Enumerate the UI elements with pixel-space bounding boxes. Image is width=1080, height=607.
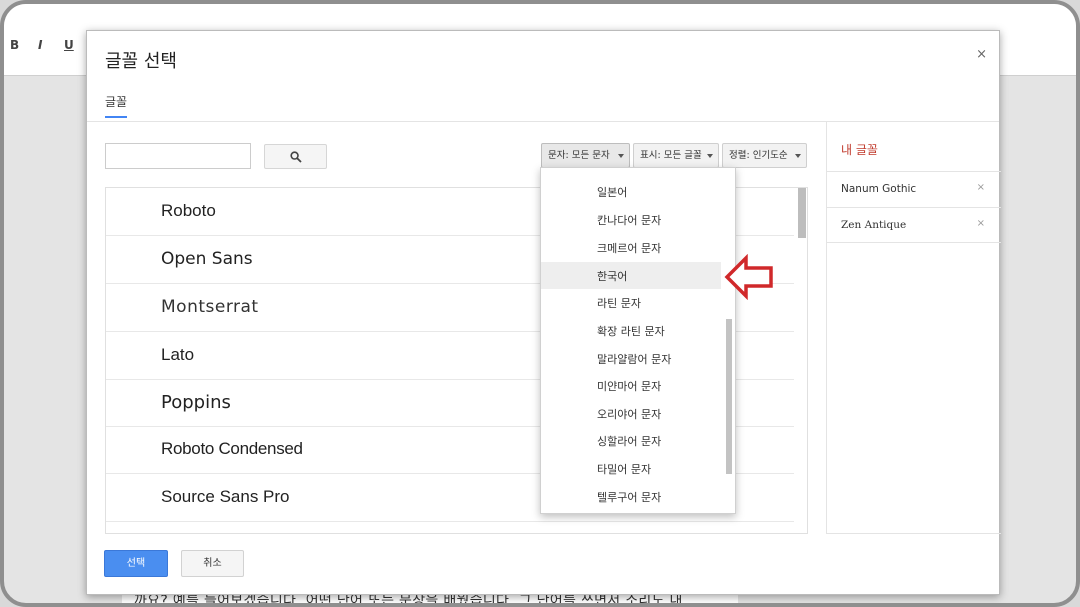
- dropdown-item-label: 말라얄람어 문자: [597, 353, 672, 366]
- show-filter-label: 표시: 모든 글꼴: [640, 150, 702, 161]
- bold-button[interactable]: B: [10, 38, 19, 52]
- dropdown-item-highlighted[interactable]: 한국어: [541, 262, 721, 289]
- dropdown-item-label: 미얀마어 문자: [597, 380, 662, 393]
- dropdown-item-label: 텔루구어 문자: [597, 491, 662, 504]
- dropdown-item[interactable]: 오리야어 문자: [541, 400, 721, 427]
- my-fonts-title: 내 글꼴: [841, 143, 878, 157]
- chevron-down-icon: [618, 154, 624, 158]
- show-filter-dropdown[interactable]: 표시: 모든 글꼴: [633, 143, 719, 168]
- my-font-name: Zen Antique: [841, 219, 907, 231]
- dropdown-item[interactable]: 미얀마어 문자: [541, 372, 721, 399]
- dropdown-item-label: 확장 라틴 문자: [597, 325, 665, 338]
- dropdown-item[interactable]: 말라얄람어 문자: [541, 345, 721, 372]
- dropdown-item-label: 오리야어 문자: [597, 408, 662, 421]
- my-fonts-panel: 내 글꼴 Nanum Gothic × Zen Antique ×: [826, 121, 1001, 534]
- chevron-down-icon: [707, 154, 713, 158]
- dropdown-item[interactable]: 타밀어 문자: [541, 455, 721, 482]
- arrow-left-outline-icon: [724, 254, 773, 300]
- dropdown-item-label: 크메르어 문자: [597, 242, 662, 255]
- underline-button[interactable]: U: [64, 38, 74, 52]
- dropdown-item-label: 일본어: [597, 186, 628, 199]
- chevron-down-icon: [795, 154, 801, 158]
- remove-font-button[interactable]: ×: [977, 218, 985, 229]
- screenshot-frame: B I U 까요? 예를 들어보겠습니다. 어떤 단어 또는 문장을 배웠습니다…: [0, 0, 1080, 607]
- font-name: Source Sans Pro: [161, 487, 290, 506]
- remove-font-button[interactable]: ×: [977, 182, 985, 193]
- dialog-title: 글꼴 선택: [105, 51, 177, 72]
- close-button[interactable]: ×: [976, 47, 987, 62]
- dropdown-item[interactable]: 싱할라어 문자: [541, 427, 721, 454]
- search-input[interactable]: [105, 143, 251, 169]
- dropdown-scrollbar[interactable]: [726, 319, 732, 474]
- sort-dropdown[interactable]: 정렬: 인기도순: [722, 143, 807, 168]
- italic-button[interactable]: I: [38, 38, 42, 52]
- script-dropdown-menu: 일본어 칸나다어 문자 크메르어 문자 한국어 라틴 문자 확장 라틴 문자 말…: [540, 167, 736, 514]
- dropdown-item[interactable]: 확장 라틴 문자: [541, 317, 721, 344]
- font-list-scrollbar[interactable]: [798, 188, 806, 238]
- search-button[interactable]: [264, 144, 327, 169]
- dropdown-item-label: 칸나다어 문자: [597, 214, 662, 227]
- dropdown-item-label: 타밀어 문자: [597, 463, 652, 476]
- select-button[interactable]: 선택: [104, 550, 168, 577]
- search-icon: [290, 151, 302, 163]
- dropdown-item[interactable]: 칸나다어 문자: [541, 206, 721, 233]
- dropdown-item-label: 싱할라어 문자: [597, 435, 662, 448]
- dropdown-item-label: 한국어: [597, 270, 628, 283]
- tab-fonts[interactable]: 글꼴: [105, 93, 128, 118]
- my-font-item[interactable]: Zen Antique ×: [827, 207, 1001, 243]
- sort-label: 정렬: 인기도순: [729, 150, 788, 161]
- font-name: Open Sans: [161, 249, 253, 269]
- dropdown-item-label: 라틴 문자: [597, 297, 641, 310]
- font-name: Montserrat: [161, 297, 259, 317]
- dropdown-item[interactable]: 텔루구어 문자: [541, 483, 721, 510]
- font-name: Roboto: [161, 201, 216, 220]
- my-font-name: Nanum Gothic: [841, 183, 917, 195]
- font-name: Lato: [161, 345, 195, 364]
- cancel-button[interactable]: 취소: [181, 550, 244, 577]
- font-name: Roboto Condensed: [161, 439, 303, 458]
- my-font-item[interactable]: Nanum Gothic ×: [827, 171, 1001, 207]
- script-filter-dropdown[interactable]: 문자: 모든 문자: [541, 143, 630, 168]
- dropdown-item[interactable]: 크메르어 문자: [541, 234, 721, 261]
- dropdown-item[interactable]: 라틴 문자: [541, 289, 721, 316]
- font-name: Poppins: [161, 392, 231, 413]
- script-filter-label: 문자: 모든 문자: [548, 150, 610, 161]
- dropdown-item[interactable]: 일본어: [541, 178, 721, 205]
